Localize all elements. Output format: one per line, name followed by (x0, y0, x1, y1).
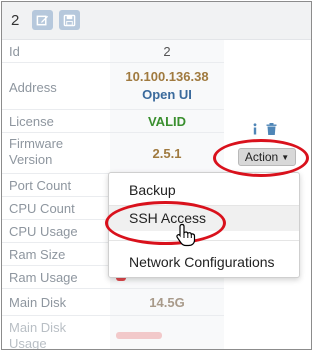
value-main-disk: 14.5G (149, 295, 185, 310)
menu-item-ssh-access[interactable]: SSH Access (109, 206, 299, 231)
row-license: License VALID (2, 110, 224, 133)
label-cpu-count: CPU Count (9, 201, 75, 216)
label-ram-usage: Ram Usage (9, 270, 78, 285)
label-id: Id (9, 44, 20, 59)
label-cpu-usage: CPU Usage (9, 224, 78, 239)
menu-item-backup-label: Backup (129, 182, 176, 198)
device-details-panel: 2 Id 2 Address 10.100.136.38 Open UI Lic… (1, 1, 312, 350)
edit-icon (36, 15, 49, 25)
save-icon (63, 14, 76, 26)
toolbar: 2 (2, 2, 311, 40)
value-firmware: 2.5.1 (152, 146, 182, 161)
info-icon[interactable] (251, 123, 259, 135)
value-license: VALID (147, 114, 187, 129)
hand-cursor-icon (176, 223, 196, 247)
value-address: 10.100.136.38 (125, 69, 209, 84)
label-main-disk: Main Disk (9, 295, 67, 310)
open-ui-link[interactable]: Open UI (110, 87, 224, 103)
trash-icon[interactable] (266, 123, 277, 135)
row-address: Address 10.100.136.38 Open UI (2, 63, 224, 110)
row-firmware: Firmware Version 2.5.1 (2, 133, 224, 174)
label-address: Address (9, 80, 57, 95)
value-id: 2 (163, 44, 171, 59)
label-ram-size: Ram Size (9, 247, 66, 262)
action-dropdown-button[interactable]: Action ▼ (238, 148, 296, 166)
menu-item-network-configurations[interactable]: Network Configurations (109, 250, 299, 275)
row-main-disk-usage: Main Disk Usage (2, 316, 224, 350)
menu-item-network-configurations-label: Network Configurations (129, 254, 275, 270)
toolbar-count: 2 (11, 12, 20, 29)
menu-item-backup[interactable]: Backup (109, 178, 299, 203)
edit-button[interactable] (32, 10, 53, 30)
caret-down-icon: ▼ (281, 152, 290, 162)
label-main-disk-usage: Main Disk Usage (9, 320, 67, 350)
row-id: Id 2 (2, 40, 224, 63)
row-main-disk: Main Disk 14.5G (2, 289, 224, 316)
action-menu: Backup SSH Access Network Configurations (108, 172, 300, 278)
label-firmware: Firmware Version (9, 136, 64, 167)
main-disk-usage-bar (116, 332, 162, 339)
label-license: License (9, 114, 54, 129)
label-port-count: Port Count (9, 178, 72, 193)
action-button-label: Action (244, 150, 279, 164)
menu-divider (109, 240, 299, 241)
save-button[interactable] (59, 10, 80, 30)
